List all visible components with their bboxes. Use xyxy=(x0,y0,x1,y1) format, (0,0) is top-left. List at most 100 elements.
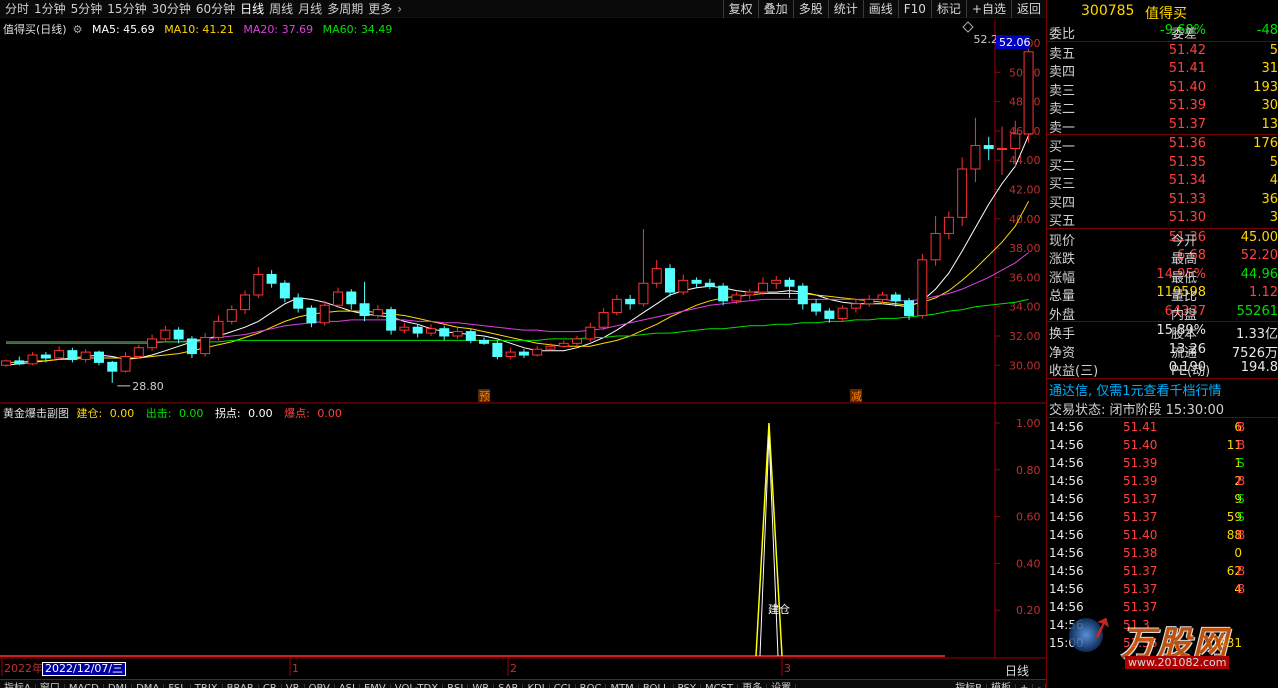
period-label[interactable]: 日线 xyxy=(1005,662,1029,679)
candle-body xyxy=(917,259,928,316)
bid-row-value2: 5 xyxy=(1269,154,1278,170)
indicator-tab[interactable]: FSL xyxy=(164,684,191,688)
tick-time: 14:56 xyxy=(1049,581,1084,596)
candle xyxy=(1023,40,1034,143)
tick-time: 14:56 xyxy=(1049,437,1084,452)
candle-body xyxy=(386,309,397,331)
tick-direction: B xyxy=(1237,581,1246,596)
candle xyxy=(492,340,503,360)
candle-body xyxy=(505,351,516,358)
stat-row-label: 换手 xyxy=(1049,327,1076,342)
candle xyxy=(850,299,861,313)
indicator-tab[interactable]: ROC xyxy=(576,684,607,688)
candle-body xyxy=(120,356,131,372)
bid-row-value: 51.35 xyxy=(1168,154,1206,170)
indicator-tab[interactable]: DMA xyxy=(132,684,165,688)
indicator-tab[interactable]: 窗口 xyxy=(36,684,65,688)
indicator-tab[interactable]: SAR xyxy=(494,684,524,688)
candle-body xyxy=(80,351,91,360)
indicator-tab[interactable]: DMI xyxy=(104,684,133,688)
candle-body xyxy=(333,291,343,306)
tick-row: 14:56 51.40 11 B xyxy=(1047,436,1278,454)
time-label: 1 xyxy=(292,662,299,675)
indicator-tab[interactable]: KDJ xyxy=(523,684,550,688)
candle xyxy=(266,270,277,288)
indicator-tab[interactable]: BOLL xyxy=(639,684,674,688)
indicator-b-value: 0.00 xyxy=(178,407,204,420)
candle-body xyxy=(837,307,848,319)
bid-row-label: 买二 xyxy=(1049,158,1076,174)
candle xyxy=(824,308,835,323)
indicator-tab[interactable]: PSY xyxy=(674,684,702,688)
candle xyxy=(359,281,370,322)
quote-stats: 现价 51.36 今开 45.00 涨跌 6.68 最高 52.20 涨幅 14.95% 最低 44.… xyxy=(1047,229,1278,323)
indicator-tab[interactable]: CCI xyxy=(550,684,576,688)
candle-body xyxy=(173,329,184,340)
watermark-logo: ➚ 万股网 www.201082.com xyxy=(1065,607,1255,678)
date-box: 2022/12/07/三 xyxy=(42,662,127,676)
candle xyxy=(943,211,954,240)
indicator-c-value: 0.00 xyxy=(248,407,273,420)
price-tick-label: 40.00 xyxy=(1009,213,1041,226)
candle xyxy=(784,277,795,298)
indicator-b-label: 出击: xyxy=(145,407,172,420)
candle-body xyxy=(279,282,290,299)
candle xyxy=(200,333,211,357)
indicator-tab[interactable]: 模板 xyxy=(987,684,1016,688)
indicator-tab[interactable]: EMV xyxy=(360,684,391,688)
indicator-tab[interactable]: 更多 xyxy=(738,684,768,688)
indicator-tab[interactable]: VR xyxy=(282,684,305,688)
stat-row-label: 总量 xyxy=(1049,289,1076,304)
indicator-tab[interactable]: MCST xyxy=(701,684,739,688)
indicator-tab[interactable]: MTM xyxy=(606,684,639,688)
indicator-tab[interactable]: + xyxy=(1016,684,1034,688)
ma20-value: MA20: 37.69 xyxy=(243,23,314,36)
candle xyxy=(585,322,596,342)
tick-row: 14:56 51.41 6 B xyxy=(1047,418,1278,436)
indicator-tab[interactable]: 指标B xyxy=(951,684,987,688)
candle-body xyxy=(226,309,237,322)
indicator-tab[interactable]: TRIX xyxy=(191,684,223,688)
candle xyxy=(425,324,436,336)
indicator-tab[interactable]: RSI xyxy=(443,684,469,688)
candle xyxy=(704,278,715,290)
tick-price: 51.40 xyxy=(1123,437,1158,452)
diamond-icon[interactable] xyxy=(962,21,974,33)
indicator-tab[interactable]: VOL-TDX xyxy=(391,684,444,688)
indicator-tab[interactable]: CR xyxy=(259,684,282,688)
indicator-tab[interactable]: WR xyxy=(468,684,495,688)
ask-row: 卖三 51.40 193 xyxy=(1047,79,1278,99)
indicator-tab[interactable]: ASI xyxy=(335,684,360,688)
candle xyxy=(80,349,91,363)
indicator-tab[interactable]: 设置 xyxy=(767,684,797,688)
indicator-tab[interactable]: BRAR xyxy=(223,684,259,688)
ind-spike-outer xyxy=(755,422,783,657)
indicator-tab[interactable]: - xyxy=(1033,684,1046,688)
candle-body xyxy=(93,351,104,363)
candle-body xyxy=(492,342,503,358)
stat-row-value2: 1.33亿 xyxy=(1236,327,1278,342)
weicha-label: 委差 xyxy=(1171,27,1198,42)
quote-header: 300785 值得买 xyxy=(1047,0,1278,22)
stat-row: 净资 13.26 流通 7526万 xyxy=(1047,341,1278,361)
indicator-tab[interactable]: OBV xyxy=(305,684,335,688)
ask-row: 卖二 51.39 30 xyxy=(1047,97,1278,117)
bid-row-label: 买一 xyxy=(1049,140,1076,155)
tick-row: 14:56 51.37 59 S xyxy=(1047,508,1278,526)
price-tick-label: 38.00 xyxy=(1009,242,1041,255)
candle xyxy=(226,305,237,325)
indicator-tab[interactable]: 指标A xyxy=(0,684,36,688)
indicator-tab[interactable]: MACD xyxy=(65,684,104,688)
candle xyxy=(253,267,264,298)
promo-link[interactable]: 通达信, 仅需1元查看千档行情 xyxy=(1047,379,1278,399)
candle-body xyxy=(943,216,954,234)
candle-body xyxy=(558,342,569,347)
candle xyxy=(306,305,317,328)
candle-body xyxy=(691,279,702,284)
ma-line-ma10 xyxy=(6,200,1030,363)
ma-line-ma5 xyxy=(5,135,1030,366)
tick-time: 14:56 xyxy=(1049,419,1084,434)
chart-settings-icon[interactable]: ⚙ xyxy=(73,23,83,36)
ask-row-value2: 193 xyxy=(1253,79,1278,95)
quote-panel: 300785 值得买 委比 -9.68% 委差 -48 卖五 51.42 5 卖四 51… xyxy=(1046,0,1278,688)
